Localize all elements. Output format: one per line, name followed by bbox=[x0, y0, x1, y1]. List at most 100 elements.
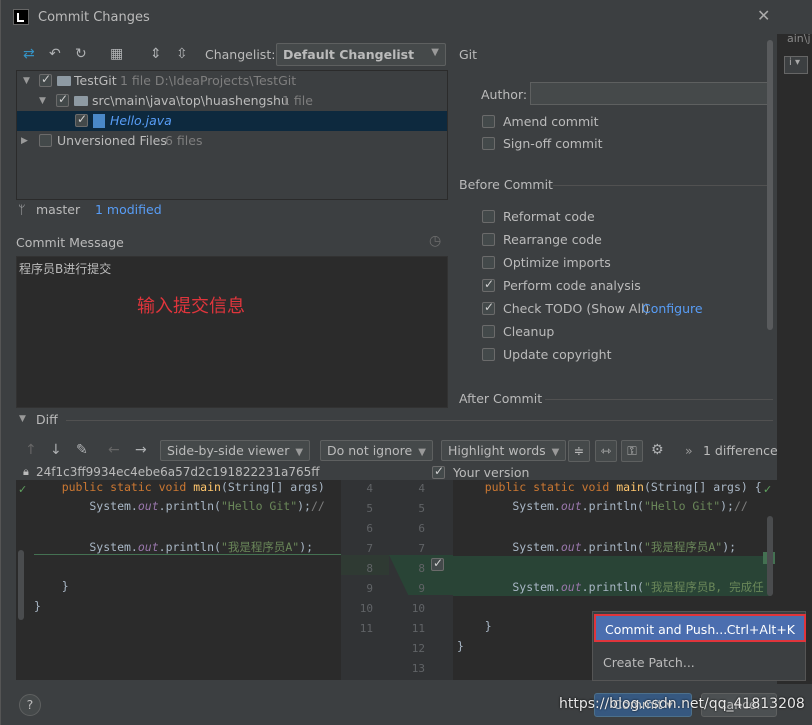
edit-source-icon[interactable]: ✎ bbox=[76, 442, 88, 458]
viewer-value: Side-by-side viewer bbox=[167, 443, 290, 458]
close-icon[interactable]: ✕ bbox=[757, 6, 770, 25]
right-scrollbar[interactable] bbox=[767, 516, 773, 596]
history-clock-icon[interactable]: ◷ bbox=[429, 233, 441, 249]
code-line: System.out.println("我是程序员A"); bbox=[457, 540, 737, 554]
sync-scroll-icon[interactable]: ⇿ bbox=[595, 440, 617, 462]
commit-popup-menu: Commit and Push... Ctrl+Alt+K Create Pat… bbox=[592, 611, 806, 681]
unversioned-checkbox[interactable] bbox=[39, 134, 52, 147]
check-todo-checkbox[interactable] bbox=[482, 300, 495, 315]
folder-icon bbox=[74, 96, 88, 106]
folder-checkbox[interactable] bbox=[56, 92, 69, 107]
rearrange-checkbox[interactable] bbox=[482, 233, 495, 246]
cleanup-checkbox[interactable] bbox=[482, 325, 495, 338]
sign-off-checkbox[interactable] bbox=[482, 137, 495, 150]
refresh-icon[interactable]: ↻ bbox=[75, 46, 87, 62]
ignore-select[interactable]: Do not ignore ▼ bbox=[320, 440, 433, 461]
commit-dialog: ain\j i ▾ Commit Changes ✕ ⇄ ↶ ↻ ▦ ⇕ ⇳ C… bbox=[0, 0, 812, 725]
include-changes-checkbox[interactable] bbox=[432, 464, 445, 479]
tree-row-folder[interactable]: ▼ src\main\java\top\huashengshu 1 file bbox=[17, 91, 447, 111]
collapse-all-icon[interactable]: ⇳ bbox=[176, 46, 188, 62]
author-input[interactable] bbox=[530, 82, 770, 105]
next-diff-icon[interactable]: ↓ bbox=[50, 442, 62, 458]
code-line: System.out.println("Hello Git");// bbox=[34, 499, 325, 513]
folder-meta: 1 file bbox=[282, 93, 313, 108]
branch-name[interactable]: master bbox=[36, 202, 80, 217]
code-analysis-checkbox[interactable] bbox=[482, 277, 495, 292]
line-number: 6 bbox=[418, 522, 425, 535]
rearrange-label: Rearrange code bbox=[503, 232, 602, 247]
diff-left-pane[interactable]: ✓ public static void main(String[] args)… bbox=[16, 480, 341, 680]
copyright-checkbox[interactable] bbox=[482, 348, 495, 361]
unversioned-name: Unversioned Files bbox=[57, 133, 167, 148]
line-number: 8 bbox=[366, 562, 373, 575]
code-analysis-label: Perform code analysis bbox=[503, 278, 641, 293]
group-by-icon[interactable]: ▦ bbox=[110, 46, 123, 62]
prev-diff-icon[interactable]: ↑ bbox=[25, 442, 37, 458]
changelist-select[interactable]: Default Changelist ▼ bbox=[276, 43, 446, 66]
highlight-select[interactable]: Highlight words ▼ bbox=[441, 440, 567, 461]
right-revision: Your version bbox=[453, 465, 530, 480]
move-to-changelist-icon[interactable]: ⇄ bbox=[23, 46, 35, 62]
gear-icon[interactable]: ⚙ bbox=[651, 442, 664, 458]
forward-icon[interactable]: → bbox=[135, 442, 147, 458]
file-checkbox[interactable] bbox=[75, 112, 88, 127]
rollback-icon[interactable]: ↶ bbox=[49, 46, 61, 62]
copyright-label: Update copyright bbox=[503, 347, 612, 362]
module-icon bbox=[57, 76, 71, 86]
tree-row-root[interactable]: ▼ TestGit 1 file D:\IdeaProjects\TestGit bbox=[17, 71, 447, 91]
changes-tree[interactable]: ▼ TestGit 1 file D:\IdeaProjects\TestGit… bbox=[16, 70, 448, 200]
reformat-label: Reformat code bbox=[503, 209, 595, 224]
configure-link[interactable]: Configure bbox=[642, 301, 703, 316]
lock-icon[interactable]: ⚿ bbox=[621, 440, 643, 462]
line-number: 4 bbox=[418, 482, 425, 495]
expand-arrow-icon[interactable]: ▼ bbox=[39, 96, 46, 106]
chevron-down-icon: ▼ bbox=[295, 447, 304, 458]
help-button[interactable]: ? bbox=[19, 694, 41, 716]
optimize-label: Optimize imports bbox=[503, 255, 611, 270]
java-file-icon bbox=[93, 114, 105, 128]
menu-item-commit-and-push[interactable]: Commit and Push... Ctrl+Alt+K bbox=[594, 614, 806, 642]
line-select-checkbox[interactable] bbox=[431, 556, 444, 571]
optimize-checkbox[interactable] bbox=[482, 256, 495, 269]
options-scrollbar[interactable] bbox=[767, 40, 773, 330]
amend-checkbox[interactable] bbox=[482, 115, 495, 128]
author-label: Author: bbox=[481, 87, 528, 102]
folder-name: src\main\java\top\huashengshu bbox=[92, 93, 289, 108]
expand-all-icon[interactable]: ⇕ bbox=[150, 46, 162, 62]
line-number: 8 bbox=[418, 562, 425, 575]
viewer-select[interactable]: Side-by-side viewer ▼ bbox=[160, 440, 311, 461]
menu-item-create-patch[interactable]: Create Patch... bbox=[594, 649, 806, 677]
expand-arrow-icon[interactable]: ▼ bbox=[23, 76, 30, 86]
root-checkbox[interactable] bbox=[39, 72, 52, 87]
line-number: 13 bbox=[411, 662, 425, 675]
code-line: } bbox=[34, 579, 69, 593]
line-number: 5 bbox=[418, 502, 425, 515]
difference-count: 1 difference bbox=[703, 443, 778, 458]
commit-message-input[interactable]: 程序员B进行提交 输入提交信息 bbox=[16, 256, 448, 408]
menu-item-label: Commit and Push... bbox=[605, 622, 728, 637]
menu-item-shortcut: Ctrl+Alt+K bbox=[726, 622, 795, 637]
after-commit-header: After Commit bbox=[459, 391, 543, 406]
code-line: } bbox=[457, 639, 464, 653]
line-number: 9 bbox=[418, 582, 425, 595]
back-icon[interactable]: ← bbox=[108, 442, 120, 458]
code-line: public static void main(String[] args) bbox=[34, 480, 325, 494]
diff-header: Diff bbox=[36, 412, 58, 427]
left-scrollbar[interactable] bbox=[18, 550, 24, 620]
section-divider bbox=[553, 185, 773, 186]
more-icon[interactable]: » bbox=[685, 443, 693, 458]
code-line: System.out.println("我是程序员B, 完成任 bbox=[457, 580, 764, 594]
no-problems-icon: ✓ bbox=[763, 483, 773, 496]
modified-link[interactable]: 1 modified bbox=[95, 202, 162, 217]
line-number: 10 bbox=[359, 602, 373, 615]
section-divider bbox=[545, 399, 773, 400]
collapse-unchanged-icon[interactable]: ≑ bbox=[568, 440, 590, 462]
tree-row-file[interactable]: Hello.java bbox=[17, 111, 447, 131]
reformat-checkbox[interactable] bbox=[482, 210, 495, 223]
collapse-arrow-icon[interactable]: ▼ bbox=[19, 414, 26, 424]
commit-message-text: 程序员B进行提交 bbox=[19, 262, 112, 276]
tree-row-unversioned[interactable]: ▶ Unversioned Files 6 files bbox=[17, 131, 447, 151]
code-line: System.out.println("Hello Git");// bbox=[457, 499, 748, 513]
expand-arrow-icon[interactable]: ▶ bbox=[21, 136, 28, 146]
file-name: Hello.java bbox=[110, 113, 172, 128]
